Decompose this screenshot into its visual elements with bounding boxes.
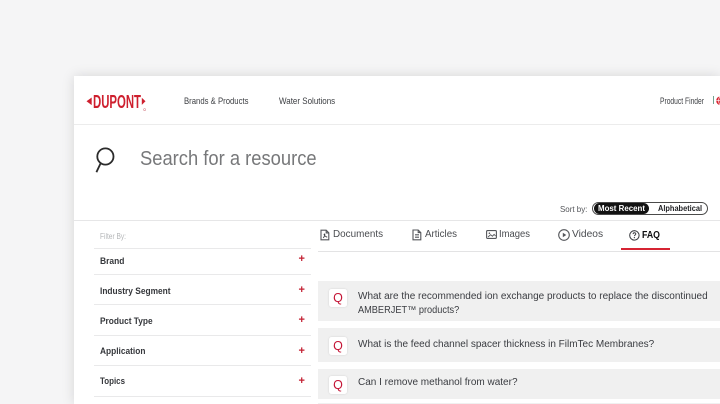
svg-text:DUPONT: DUPONT	[93, 93, 141, 111]
